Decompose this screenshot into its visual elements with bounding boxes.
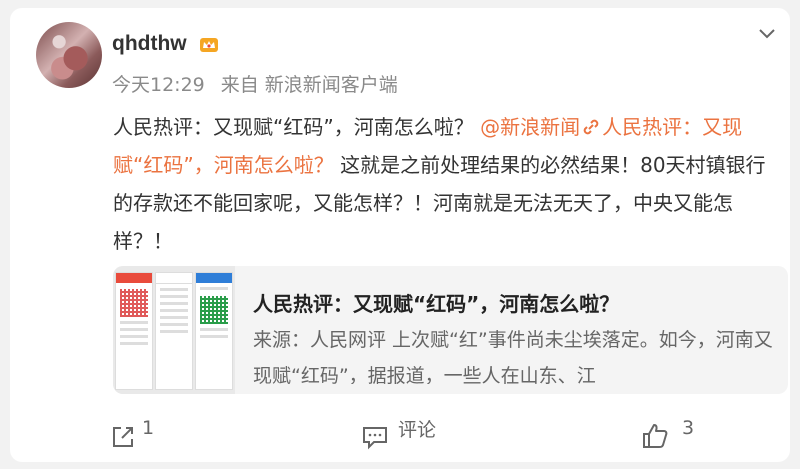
post-text-intro: 人民热评：又现赋“红码”，河南怎么啦？ [113, 115, 481, 139]
vip-crown-icon [200, 38, 218, 52]
link-icon [582, 110, 600, 135]
post-text: 人民热评：又现赋“红码”，河南怎么啦？ @新浪新闻 人民热评：又现赋“红码”，河南… [113, 108, 773, 260]
share-icon [113, 427, 133, 447]
username[interactable]: qhdthw [112, 32, 187, 56]
shared-article-card[interactable]: 人民热评：又现赋“红码”，河南怎么啦？ 来源：人民网评 上次赋“红”事件尚未尘埃… [113, 266, 788, 394]
avatar[interactable] [36, 22, 102, 88]
post-time[interactable]: 今天12:29 [112, 74, 205, 96]
repost-count: 1 [142, 417, 155, 439]
like-button[interactable]: 3 [640, 416, 694, 456]
thumbnail-screen [155, 272, 193, 390]
shared-article-title: 人民热评：又现赋“红码”，河南怎么啦？ [253, 292, 620, 316]
post-meta: 今天12:29 来自 新浪新闻客户端 [112, 70, 414, 97]
post-source[interactable]: 来自 新浪新闻客户端 [221, 74, 398, 96]
like-icon [643, 424, 668, 448]
mention-link[interactable]: @新浪新闻 [480, 115, 580, 139]
comment-button[interactable]: 评论 [360, 416, 436, 456]
article-link-part1: 人民热评： [602, 115, 703, 139]
comment-icon [363, 427, 387, 450]
thumbnail-screen [115, 272, 153, 390]
article-thumbnail [113, 266, 235, 394]
chevron-down-icon[interactable] [758, 28, 776, 40]
shared-article-description: 来源：人民网评 上次赋“红”事件尚未尘埃落定。如今，河南又现赋“红码”，据报道，… [253, 329, 773, 384]
comment-label: 评论 [398, 418, 437, 441]
post-card: qhdthw 今天12:29 来自 新浪新闻客户端 人民热评：又现赋“红码”，河南… [10, 8, 790, 462]
like-count: 3 [682, 417, 695, 439]
repost-button[interactable]: 1 [108, 416, 154, 456]
thumbnail-screen [195, 272, 233, 390]
action-bar: 1 评论 3 [10, 416, 790, 456]
